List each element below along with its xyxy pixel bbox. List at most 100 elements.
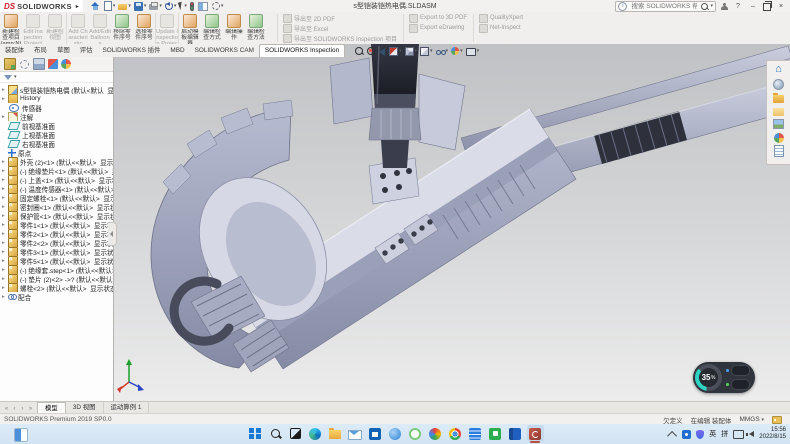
user-account-icon[interactable] bbox=[721, 3, 728, 10]
display-pane-icon[interactable] bbox=[198, 1, 209, 11]
tab-assembly[interactable]: 装配体 bbox=[0, 45, 29, 57]
export-2d-pdf-button[interactable]: 导出至 2D PDF bbox=[283, 14, 397, 22]
edit-operations-button[interactable]: 编辑操作 bbox=[223, 13, 245, 42]
panel-collapse-handle[interactable] bbox=[108, 222, 117, 246]
displaymanager-tab-icon[interactable] bbox=[61, 59, 71, 69]
cloud-app-icon[interactable] bbox=[387, 425, 404, 442]
rebuild-traffic-light-icon[interactable] bbox=[190, 2, 195, 11]
tab-overflow-icon[interactable] bbox=[74, 59, 84, 69]
help-search-box[interactable]: i ▾ bbox=[615, 1, 716, 12]
new-inspection-view-button[interactable]: 新建检视图 bbox=[44, 13, 66, 42]
tree-item[interactable]: ▸ 传感器 bbox=[0, 103, 113, 112]
sheet-first-icon[interactable]: « bbox=[3, 405, 10, 412]
recorder-button-top[interactable] bbox=[731, 365, 750, 376]
tree-item[interactable]: ▸ 保护管<1> (默认<<默认>_显示状 bbox=[0, 211, 113, 220]
export-3d-pdf-button[interactable]: Export to 3D PDF bbox=[409, 14, 467, 22]
design-library-tab-icon[interactable] bbox=[773, 95, 784, 103]
home-tab-icon[interactable]: ⌂ bbox=[773, 64, 784, 75]
zoom-area-icon[interactable] bbox=[367, 47, 376, 55]
new-document-icon[interactable]: ▾ bbox=[104, 1, 116, 11]
tree-item[interactable]: ▸ 零件2<1> (默认<<默认>_显示状态 bbox=[0, 229, 113, 238]
tree-item[interactable]: ▸ History bbox=[0, 94, 113, 103]
search-icon[interactable] bbox=[701, 3, 708, 10]
export-excel-button[interactable]: 导出至 Excel bbox=[283, 24, 397, 32]
start-button[interactable] bbox=[247, 425, 264, 442]
browser-wheel-icon[interactable] bbox=[427, 425, 444, 442]
view-palette-tab-icon[interactable] bbox=[773, 119, 784, 129]
close-button[interactable]: × bbox=[776, 3, 786, 10]
graphics-area[interactable]: ▾ ▾ ▾ ▾ ▾ ▾ bbox=[113, 44, 790, 401]
sheet-next-icon[interactable]: › bbox=[19, 405, 26, 412]
notes-app-icon[interactable] bbox=[467, 425, 484, 442]
previous-view-icon[interactable] bbox=[379, 47, 386, 56]
tree-item[interactable]: ▸ 原点 bbox=[0, 148, 113, 157]
edit-appearance-icon[interactable]: ▾ bbox=[451, 47, 463, 55]
tree-item[interactable]: ▸ 右视基准面 bbox=[0, 139, 113, 148]
filter-funnel-icon[interactable] bbox=[4, 75, 12, 80]
sheet-prev-icon[interactable]: ‹ bbox=[11, 405, 18, 412]
tree-item[interactable]: ▸ (-) 垫片 (2)<2> ->? (默认<<默认>_ bbox=[0, 274, 113, 283]
solidworks-taskbar-icon[interactable] bbox=[527, 425, 544, 442]
edge-icon[interactable] bbox=[307, 425, 324, 442]
sheet-last-icon[interactable]: » bbox=[27, 405, 34, 412]
tree-item[interactable]: ▸ 零件1<1> (默认<<默认>_显示状态 bbox=[0, 220, 113, 229]
tree-item[interactable]: ▸ 螺栓<2> (默认<<默认>_显示状态 bbox=[0, 283, 113, 292]
view-orientation-icon[interactable]: ▾ bbox=[405, 46, 418, 56]
menu-expand-arrow-icon[interactable]: ▸ bbox=[76, 3, 79, 10]
tab-mbd[interactable]: MBD bbox=[165, 45, 189, 57]
export-sw-inspection-button[interactable]: 导出至 SOLIDWORKS Inspection 项目 bbox=[283, 34, 397, 42]
tab-layout[interactable]: 布局 bbox=[29, 45, 52, 57]
tab-sw-cam[interactable]: SOLIDWORKS CAM bbox=[190, 45, 259, 57]
units-selector[interactable]: MMGS ▾ bbox=[739, 416, 764, 423]
open-document-icon[interactable]: ▾ bbox=[118, 2, 131, 10]
undo-icon[interactable]: ▾ bbox=[165, 2, 177, 10]
tab-sketch[interactable]: 草图 bbox=[52, 45, 75, 57]
tree-item[interactable]: ▸ 配合 bbox=[0, 292, 113, 301]
select-arrow-icon[interactable]: ▾ bbox=[179, 2, 187, 10]
export-edrawing-button[interactable]: Export eDrawing bbox=[409, 24, 467, 32]
remove-balloons-button[interactable]: 移除零件序号 bbox=[111, 13, 133, 42]
edit-inspection-methods-button[interactable]: 编辑检查方式 bbox=[201, 13, 223, 42]
tree-item[interactable]: ▸ 上视基准面 bbox=[0, 130, 113, 139]
zoom-fit-icon[interactable] bbox=[355, 47, 364, 55]
tree-item[interactable]: ▸ 密封圈<1> (默认<<默认>_显示状 bbox=[0, 202, 113, 211]
tab-3d-views[interactable]: 3D 视图 bbox=[66, 402, 104, 413]
hide-show-items-icon[interactable]: ▾ bbox=[436, 48, 449, 55]
chrome-icon[interactable] bbox=[447, 425, 464, 442]
mail-icon[interactable] bbox=[347, 425, 364, 442]
select-balloons-button[interactable]: 选择零件序号 bbox=[133, 13, 155, 42]
word-icon[interactable] bbox=[507, 425, 524, 442]
file-explorer-icon[interactable] bbox=[327, 425, 344, 442]
tab-motion-study-1[interactable]: 运动算例 1 bbox=[104, 402, 150, 413]
propertymanager-tab-icon[interactable] bbox=[20, 60, 29, 69]
tag-icon[interactable] bbox=[772, 416, 782, 424]
qualityxpert-button[interactable]: QualityXpert bbox=[479, 14, 523, 22]
featuremanager-tab-icon[interactable] bbox=[4, 58, 16, 70]
green-circle-app-icon[interactable] bbox=[407, 425, 424, 442]
tab-evaluate[interactable]: 评估 bbox=[75, 45, 98, 57]
taskbar-clock[interactable]: 15:56 2022/8/15 bbox=[759, 427, 786, 441]
appearances-tab-icon[interactable] bbox=[774, 133, 784, 143]
ime-pinyin-indicator[interactable]: 拼 bbox=[721, 429, 728, 439]
store-icon[interactable] bbox=[367, 425, 384, 442]
tree-item[interactable]: ▸ 外壳 (2)<1> (默认<<默认>_显示状 bbox=[0, 157, 113, 166]
options-gear-icon[interactable]: ▾ bbox=[212, 2, 224, 10]
tree-item[interactable]: ▸ 零件2<2> (默认<<默认>_显示状态 bbox=[0, 238, 113, 247]
recorder-button-bottom[interactable] bbox=[731, 379, 750, 390]
search-button[interactable] bbox=[267, 425, 284, 442]
tree-item[interactable]: ▸ 零件3<1> (默认<<默认>_显示状态 bbox=[0, 247, 113, 256]
tree-item[interactable]: ▸ (-) 上盖<1> (默认<<默认>_显示状 bbox=[0, 175, 113, 184]
dimxpertmanager-tab-icon[interactable] bbox=[48, 59, 58, 69]
volume-tray-icon[interactable] bbox=[749, 431, 754, 437]
recorder-progress-dial[interactable]: 35% bbox=[695, 364, 722, 391]
sw-resources-tab-icon[interactable] bbox=[773, 79, 784, 90]
tree-item[interactable]: ▸ (-) 温度传感器<1> (默认<<默认>_ bbox=[0, 184, 113, 193]
minimize-button[interactable]: – bbox=[748, 3, 758, 10]
net-inspect-button[interactable]: Net-Inspect bbox=[479, 24, 523, 32]
tree-item[interactable]: ▸ (-) 绝缘垫片<1> (默认<<默认>_显 bbox=[0, 166, 113, 175]
file-explorer-tab-icon[interactable] bbox=[773, 108, 784, 116]
display-style-icon[interactable]: ▾ bbox=[420, 46, 433, 56]
display-tray-icon[interactable] bbox=[733, 430, 744, 439]
tree-item[interactable]: ▸ 零件5<1> (默认<<默认>_显示状态 bbox=[0, 256, 113, 265]
tab-sw-addins[interactable]: SOLIDWORKS 插件 bbox=[98, 45, 166, 57]
